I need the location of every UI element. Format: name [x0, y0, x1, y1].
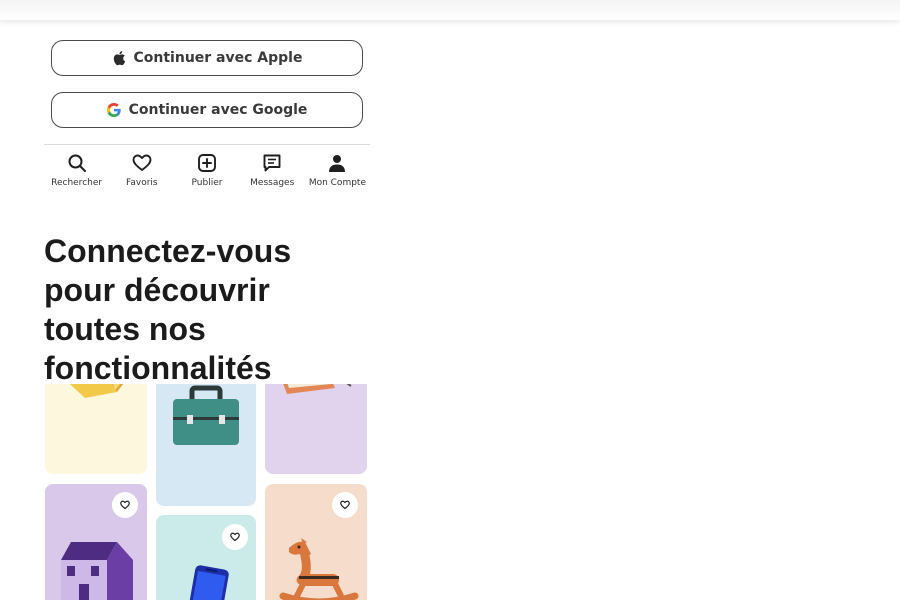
- tab-favoris[interactable]: Favoris: [109, 145, 174, 189]
- tab-mon-compte[interactable]: Mon Compte: [305, 145, 370, 189]
- heart-icon: [230, 532, 240, 542]
- books-illustration: [265, 384, 367, 474]
- favorite-button[interactable]: [222, 524, 248, 550]
- continue-with-google-button[interactable]: Continuer avec Google: [51, 92, 363, 128]
- heart-icon: [120, 500, 130, 510]
- tab-publier[interactable]: Publier: [174, 145, 239, 189]
- tab-label: Favoris: [126, 178, 158, 188]
- tab-label: Rechercher: [51, 178, 103, 188]
- phone-illustration: [156, 515, 256, 600]
- house-illustration: [45, 484, 147, 600]
- heart-icon: [132, 154, 152, 171]
- top-bar-shadow: [0, 0, 900, 20]
- apple-icon: [113, 51, 125, 66]
- message-icon: [263, 154, 281, 172]
- bottom-tab-bar: Rechercher Favoris Publier Messages Mon …: [44, 144, 370, 189]
- tab-rechercher[interactable]: Rechercher: [44, 145, 109, 189]
- rocking-horse-illustration: [265, 484, 367, 600]
- tab-label: Messages: [250, 178, 295, 188]
- illustration-grid: [44, 384, 370, 600]
- page-title: Connectez-vous pour découvrir toutes nos…: [44, 233, 292, 386]
- user-icon: [329, 155, 346, 172]
- heart-icon: [340, 500, 350, 510]
- box-illustration: [45, 384, 147, 474]
- google-button-label: Continuer avec Google: [128, 102, 308, 118]
- apple-button-label: Continuer avec Apple: [133, 50, 303, 66]
- briefcase-illustration: [156, 384, 256, 506]
- search-icon: [68, 154, 86, 172]
- continue-with-apple-button[interactable]: Continuer avec Apple: [51, 40, 363, 76]
- favorite-button[interactable]: [332, 492, 358, 518]
- tab-label: Mon Compte: [308, 178, 366, 188]
- tab-messages[interactable]: Messages: [240, 145, 305, 189]
- google-icon: [106, 103, 121, 117]
- favorite-button[interactable]: [112, 492, 138, 518]
- tab-label: Publier: [191, 178, 223, 188]
- plus-square-icon: [198, 154, 216, 172]
